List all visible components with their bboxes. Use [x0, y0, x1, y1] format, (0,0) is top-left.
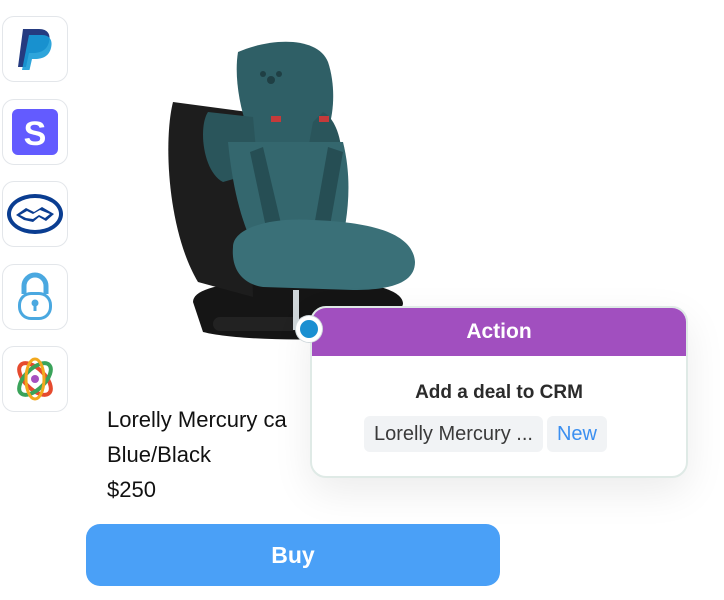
svg-text:S: S: [24, 115, 47, 153]
connector-dot[interactable]: [296, 316, 322, 342]
atom-icon: [17, 357, 53, 401]
handshake-icon: [7, 194, 63, 234]
lock-app-tile[interactable]: [2, 264, 68, 330]
product-price: $250: [107, 477, 156, 502]
action-subtitle: Add a deal to CRM: [415, 382, 583, 403]
product-name: Lorelly Mercury ca: [107, 407, 287, 432]
chip-row: Lorelly Mercury ... New: [364, 416, 607, 452]
paypal-app-tile[interactable]: [2, 16, 68, 82]
car-seat-image: [168, 41, 415, 340]
paypal-icon: [18, 29, 52, 70]
product-chip[interactable]: Lorelly Mercury ...: [364, 416, 543, 452]
atom-app-tile[interactable]: [2, 346, 68, 412]
new-chip[interactable]: New: [546, 416, 607, 452]
stripe-app-tile[interactable]: S: [2, 99, 68, 165]
buy-button[interactable]: Buy: [86, 524, 500, 586]
mercado-pago-app-tile[interactable]: [2, 181, 68, 247]
lock-icon: [18, 272, 52, 320]
action-card[interactable]: Action Add a deal to CRM Lorelly Mercury…: [310, 306, 688, 478]
product-variant: Blue/Black: [107, 442, 211, 467]
action-header: Action: [312, 308, 686, 356]
stripe-icon: S: [12, 109, 58, 155]
